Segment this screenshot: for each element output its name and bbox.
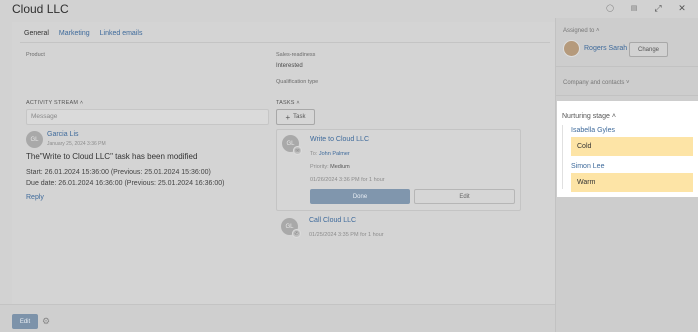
activity-stream-label[interactable]: ACTIVITY STREAM ˄: [26, 100, 83, 106]
tab-divider: [20, 42, 550, 43]
change-button[interactable]: Change: [629, 42, 668, 57]
sales-readiness-value[interactable]: Interested: [276, 63, 303, 69]
stream-date: January 25, 2024 3:36 PM: [47, 141, 106, 147]
tab-linked-emails[interactable]: Linked emails: [100, 30, 143, 37]
chevron-up-icon: ˄: [296, 100, 300, 106]
chevron-up-icon: ˄: [611, 113, 616, 120]
chevron-up-icon: ˄: [596, 28, 600, 34]
chevron-down-icon: ˅: [626, 80, 630, 86]
divider: [556, 95, 698, 96]
edit-button[interactable]: Edit: [12, 314, 38, 329]
assigned-to-label[interactable]: Assigned to ˄: [563, 28, 600, 34]
avatar: GL: [26, 131, 43, 148]
phone-icon: ✆: [292, 229, 301, 238]
nurturing-stage-title[interactable]: Nurturing stage ˄: [562, 113, 616, 120]
tab-bar: General Marketing Linked emails: [24, 30, 142, 37]
main-panel: General Marketing Linked emails Product …: [12, 22, 555, 304]
stream-headline: The"Write to Cloud LLC" task has been mo…: [26, 152, 198, 161]
stage-value[interactable]: Cold: [571, 137, 693, 156]
message-input[interactable]: Message: [26, 109, 269, 125]
chevron-up-icon: ˄: [79, 100, 84, 106]
task-when: 01/26/2024 3:36 PM for 1 hour: [310, 177, 385, 183]
gear-icon[interactable]: ⚙: [42, 316, 50, 327]
tab-general[interactable]: General: [24, 30, 49, 37]
expand-icon[interactable]: ⤢: [653, 3, 663, 13]
page-title: Cloud LLC: [12, 2, 69, 16]
task-title-link[interactable]: Call Cloud LLC: [309, 217, 356, 224]
divider: [556, 66, 698, 67]
stage-value[interactable]: Warm: [571, 173, 693, 192]
tasks-label[interactable]: TASKS ˄: [276, 100, 300, 106]
window-controls: ◯ ▤ ⤢ ✕: [605, 3, 687, 13]
document-icon[interactable]: ▤: [629, 3, 639, 13]
plus-icon: +: [285, 112, 291, 122]
done-button[interactable]: Done: [310, 189, 410, 204]
stream-due-line: Due date: 26.01.2024 16:36:00 (Previous:…: [26, 180, 225, 187]
avatar: [563, 40, 580, 57]
product-label: Product: [26, 52, 45, 58]
divider: [562, 125, 563, 189]
recipient-link[interactable]: John Palmer: [319, 151, 350, 157]
edit-task-button[interactable]: Edit: [414, 189, 515, 204]
contact-link[interactable]: Isabella Gyles: [571, 127, 615, 134]
stream-start-line: Start: 26.01.2024 15:36:00 (Previous: 25…: [26, 169, 211, 176]
qualification-label: Qualification type: [276, 79, 319, 85]
task-priority: Priority: Medium: [310, 164, 350, 170]
task-card: GL ✉ Write to Cloud LLC To: John Palmer …: [276, 129, 521, 211]
footer-bar: Edit ⚙: [0, 304, 555, 332]
task-when: 01/25/2024 3:35 PM for 1 hour: [309, 232, 384, 238]
reply-link[interactable]: Reply: [26, 194, 44, 201]
add-task-button[interactable]: + Task: [276, 109, 315, 125]
contact-link[interactable]: Simon Lee: [571, 163, 604, 170]
task-recipient: To: John Palmer: [310, 151, 350, 157]
tab-marketing[interactable]: Marketing: [59, 30, 90, 37]
company-contacts-label[interactable]: Company and contacts ˅: [563, 80, 630, 86]
task-title-link[interactable]: Write to Cloud LLC: [310, 136, 369, 143]
stream-user-link[interactable]: Garcia Lis: [47, 131, 79, 138]
bell-icon[interactable]: ◯: [605, 3, 615, 13]
sales-readiness-label: Sales-readiness: [276, 52, 316, 58]
assignee-link[interactable]: Rogers Sarah: [584, 45, 627, 52]
email-icon: ✉: [293, 146, 302, 155]
close-icon[interactable]: ✕: [677, 3, 687, 13]
nurturing-stage-card: Nurturing stage ˄ Isabella Gyles Cold Si…: [557, 101, 698, 197]
